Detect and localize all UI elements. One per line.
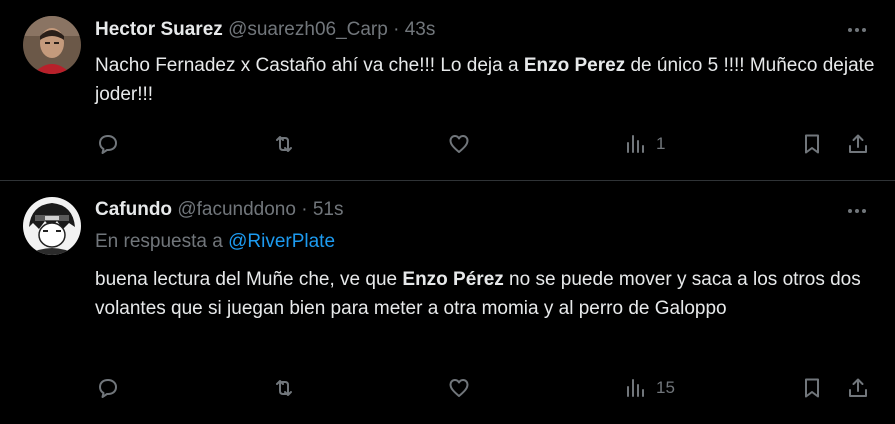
author-name[interactable]: Cafundo — [95, 199, 172, 220]
reply-button[interactable] — [96, 373, 120, 403]
reply-icon — [99, 135, 117, 154]
views-button[interactable]: 1 — [624, 129, 665, 159]
timestamp[interactable]: 51s — [313, 199, 344, 220]
like-button[interactable] — [447, 129, 471, 159]
more-button[interactable] — [845, 201, 869, 221]
share-button[interactable] — [846, 373, 870, 403]
share-icon — [849, 378, 867, 397]
separator: · — [301, 199, 308, 220]
views-count: 15 — [656, 378, 675, 397]
reply-button[interactable] — [96, 129, 120, 159]
bookmark-button[interactable] — [800, 373, 824, 403]
views-count: 1 — [656, 134, 666, 153]
tweet-text-part: buena lectura del Muñe che, ve que — [95, 269, 403, 290]
views-icon — [627, 135, 644, 153]
tweet-header: Cafundo @facunddono · 51s — [95, 198, 343, 222]
avatar[interactable] — [23, 197, 81, 255]
more-icon — [848, 28, 852, 32]
tweet[interactable]: Cafundo @facunddono · 51s En respuesta a… — [0, 181, 895, 424]
more-icon — [848, 209, 852, 213]
tweet-text: Nacho Fernadez x Castaño ahí va che!!! L… — [95, 51, 885, 109]
action-bar: 15 — [0, 373, 895, 403]
views-icon — [627, 379, 644, 397]
bookmark-button[interactable] — [800, 129, 824, 159]
action-bar: 1 — [0, 129, 895, 159]
retweet-button[interactable] — [272, 373, 296, 403]
reply-context: En respuesta a @RiverPlate — [95, 230, 335, 254]
tweet-text: buena lectura del Muñe che, ve que Enzo … — [95, 265, 885, 323]
tweet-text-bold: Enzo Perez — [523, 55, 626, 76]
retweet-icon — [276, 380, 292, 396]
avatar[interactable] — [23, 16, 81, 74]
separator: · — [393, 19, 400, 40]
heart-icon — [449, 135, 469, 153]
author-name[interactable]: Hector Suarez — [95, 19, 223, 40]
tweet-header: Hector Suarez @suarezh06_Carp · 43s — [95, 18, 435, 42]
author-handle[interactable]: @suarezh06_Carp — [228, 19, 388, 40]
like-button[interactable] — [447, 373, 471, 403]
timestamp[interactable]: 43s — [405, 19, 436, 40]
views-button[interactable]: 15 — [624, 373, 675, 403]
bookmark-icon — [805, 378, 819, 398]
tweet-text-part: Nacho Fernadez x Castaño ahí va che!!! L… — [95, 55, 524, 76]
retweet-icon — [276, 136, 292, 152]
more-button[interactable] — [845, 20, 869, 40]
reply-icon — [99, 379, 117, 398]
reply-prefix: En respuesta a — [95, 231, 229, 252]
heart-icon — [449, 379, 469, 397]
retweet-button[interactable] — [272, 129, 296, 159]
share-icon — [849, 134, 867, 153]
bookmark-icon — [805, 134, 819, 154]
mention-link[interactable]: @RiverPlate — [228, 231, 335, 252]
share-button[interactable] — [846, 129, 870, 159]
tweet-text-bold: Enzo Pérez — [402, 269, 504, 290]
author-handle[interactable]: @facunddono — [177, 199, 296, 220]
tweet[interactable]: Hector Suarez @suarezh06_Carp · 43s Nach… — [0, 0, 895, 181]
